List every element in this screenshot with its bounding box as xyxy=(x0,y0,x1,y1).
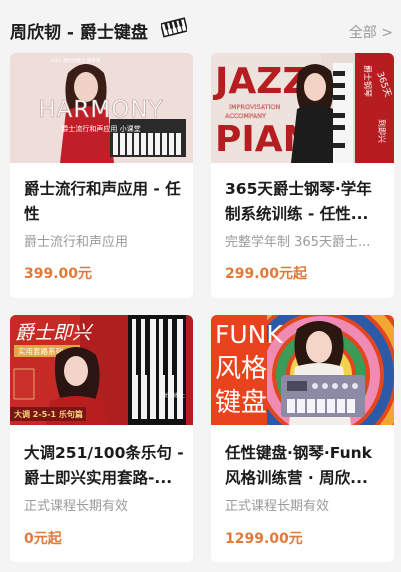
section-header: 周欣韧 - 爵士键盘 全部 > xyxy=(0,0,401,50)
svg-text:ACCOMPANY: ACCOMPANY xyxy=(225,112,266,120)
course-price: 1299.00元 xyxy=(225,531,303,547)
svg-text:FUNK: FUNK xyxy=(215,320,283,349)
svg-text:到即兴: 到即兴 xyxy=(377,119,386,143)
svg-text:爵士流行和声应用 小课堂: 爵士流行和声应用 小课堂 xyxy=(61,124,140,133)
course-subtitle: 正式课程长期有效 xyxy=(225,499,330,514)
course-price: 299.00元起 xyxy=(225,266,308,282)
course-card[interactable]: FUNK 风格 键盘 任性键盘·钢琴·Funk风格训练营 · 周欣... 正式课… xyxy=(211,315,394,562)
svg-text:键盘: 键盘 xyxy=(215,388,267,418)
course-cover-image: HARMONY 爵士流行和声应用 小课堂 2021 周欣韧爵士 钢琴课 xyxy=(10,53,193,163)
course-subtitle: 正式课程长期有效 xyxy=(24,499,129,514)
course-subtitle: 爵士流行和声应用 xyxy=(24,235,129,250)
svg-text:IMPROVISATION: IMPROVISATION xyxy=(229,103,281,111)
view-all-link[interactable]: 全部 > xyxy=(349,22,393,42)
course-title: 365天爵士钢琴·学年制系统训练 - 任性... xyxy=(225,180,372,223)
course-cover-image: FUNK 风格 键盘 xyxy=(211,315,394,425)
section-title: 周欣韧 - 爵士键盘 xyxy=(10,23,148,43)
svg-text:周欣韧爵士: 周欣韧爵士 xyxy=(160,392,185,399)
course-title: 大调251/100条乐句 - 爵士即兴实用套路-... xyxy=(24,444,184,487)
course-card[interactable]: JAZZ PIAN IMPROVISATION ACCOMPANY 爵士钢琴 3… xyxy=(211,53,394,298)
svg-text:大调 2-5-1 乐句篇: 大调 2-5-1 乐句篇 xyxy=(14,409,83,419)
svg-text:实用套路系列: 实用套路系列 xyxy=(18,346,63,356)
course-title: 爵士流行和声应用 - 任性 xyxy=(24,180,181,223)
svg-text:JAZZ: JAZZ xyxy=(212,61,308,102)
piano-keyboard-icon xyxy=(161,17,187,38)
course-card[interactable]: HARMONY 爵士流行和声应用 小课堂 2021 周欣韧爵士 钢琴课 爵士流行… xyxy=(10,53,193,298)
svg-text:2021 周欣韧爵士 钢琴课: 2021 周欣韧爵士 钢琴课 xyxy=(50,57,101,64)
course-cover-image: JAZZ PIAN IMPROVISATION ACCOMPANY 爵士钢琴 3… xyxy=(211,53,394,163)
svg-text:风格: 风格 xyxy=(215,354,267,384)
course-subtitle: 完整学年制 365天爵士... xyxy=(225,235,371,250)
course-price: 0元起 xyxy=(24,531,62,547)
course-price: 399.00元 xyxy=(24,266,93,282)
course-card[interactable]: 爵士即兴 实用套路系列 周欣韧爵士 大调 2-5-1 乐句篇 大调251/100… xyxy=(10,315,193,562)
svg-text:爵士钢琴: 爵士钢琴 xyxy=(363,65,373,97)
course-title: 任性键盘·钢琴·Funk风格训练营 · 周欣... xyxy=(225,444,372,487)
course-cover-image: 爵士即兴 实用套路系列 周欣韧爵士 大调 2-5-1 乐句篇 xyxy=(10,315,193,425)
cover-headline: HARMONY xyxy=(38,97,163,123)
svg-text:爵士即兴: 爵士即兴 xyxy=(15,322,94,344)
